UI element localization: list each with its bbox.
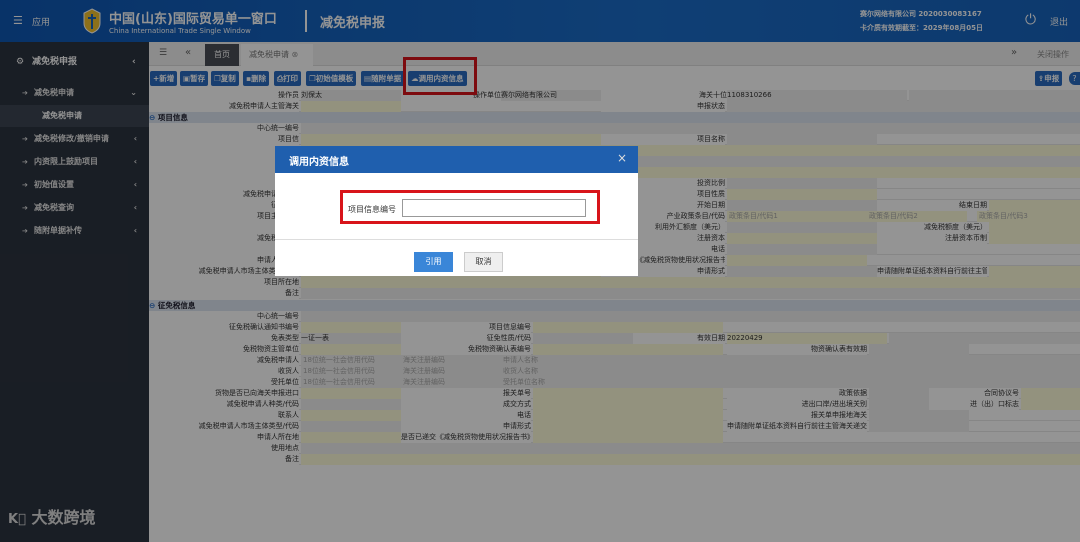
dialog-title: 调用内资信息 [289,157,349,168]
ok-button[interactable]: 引用 [414,252,453,272]
close-icon[interactable]: × [617,151,627,165]
highlight-box-dialog [340,190,600,224]
cancel-button[interactable]: 取消 [464,252,503,272]
dialog-header: 调用内资信息 × [275,146,638,173]
dialog-divider [275,239,638,240]
